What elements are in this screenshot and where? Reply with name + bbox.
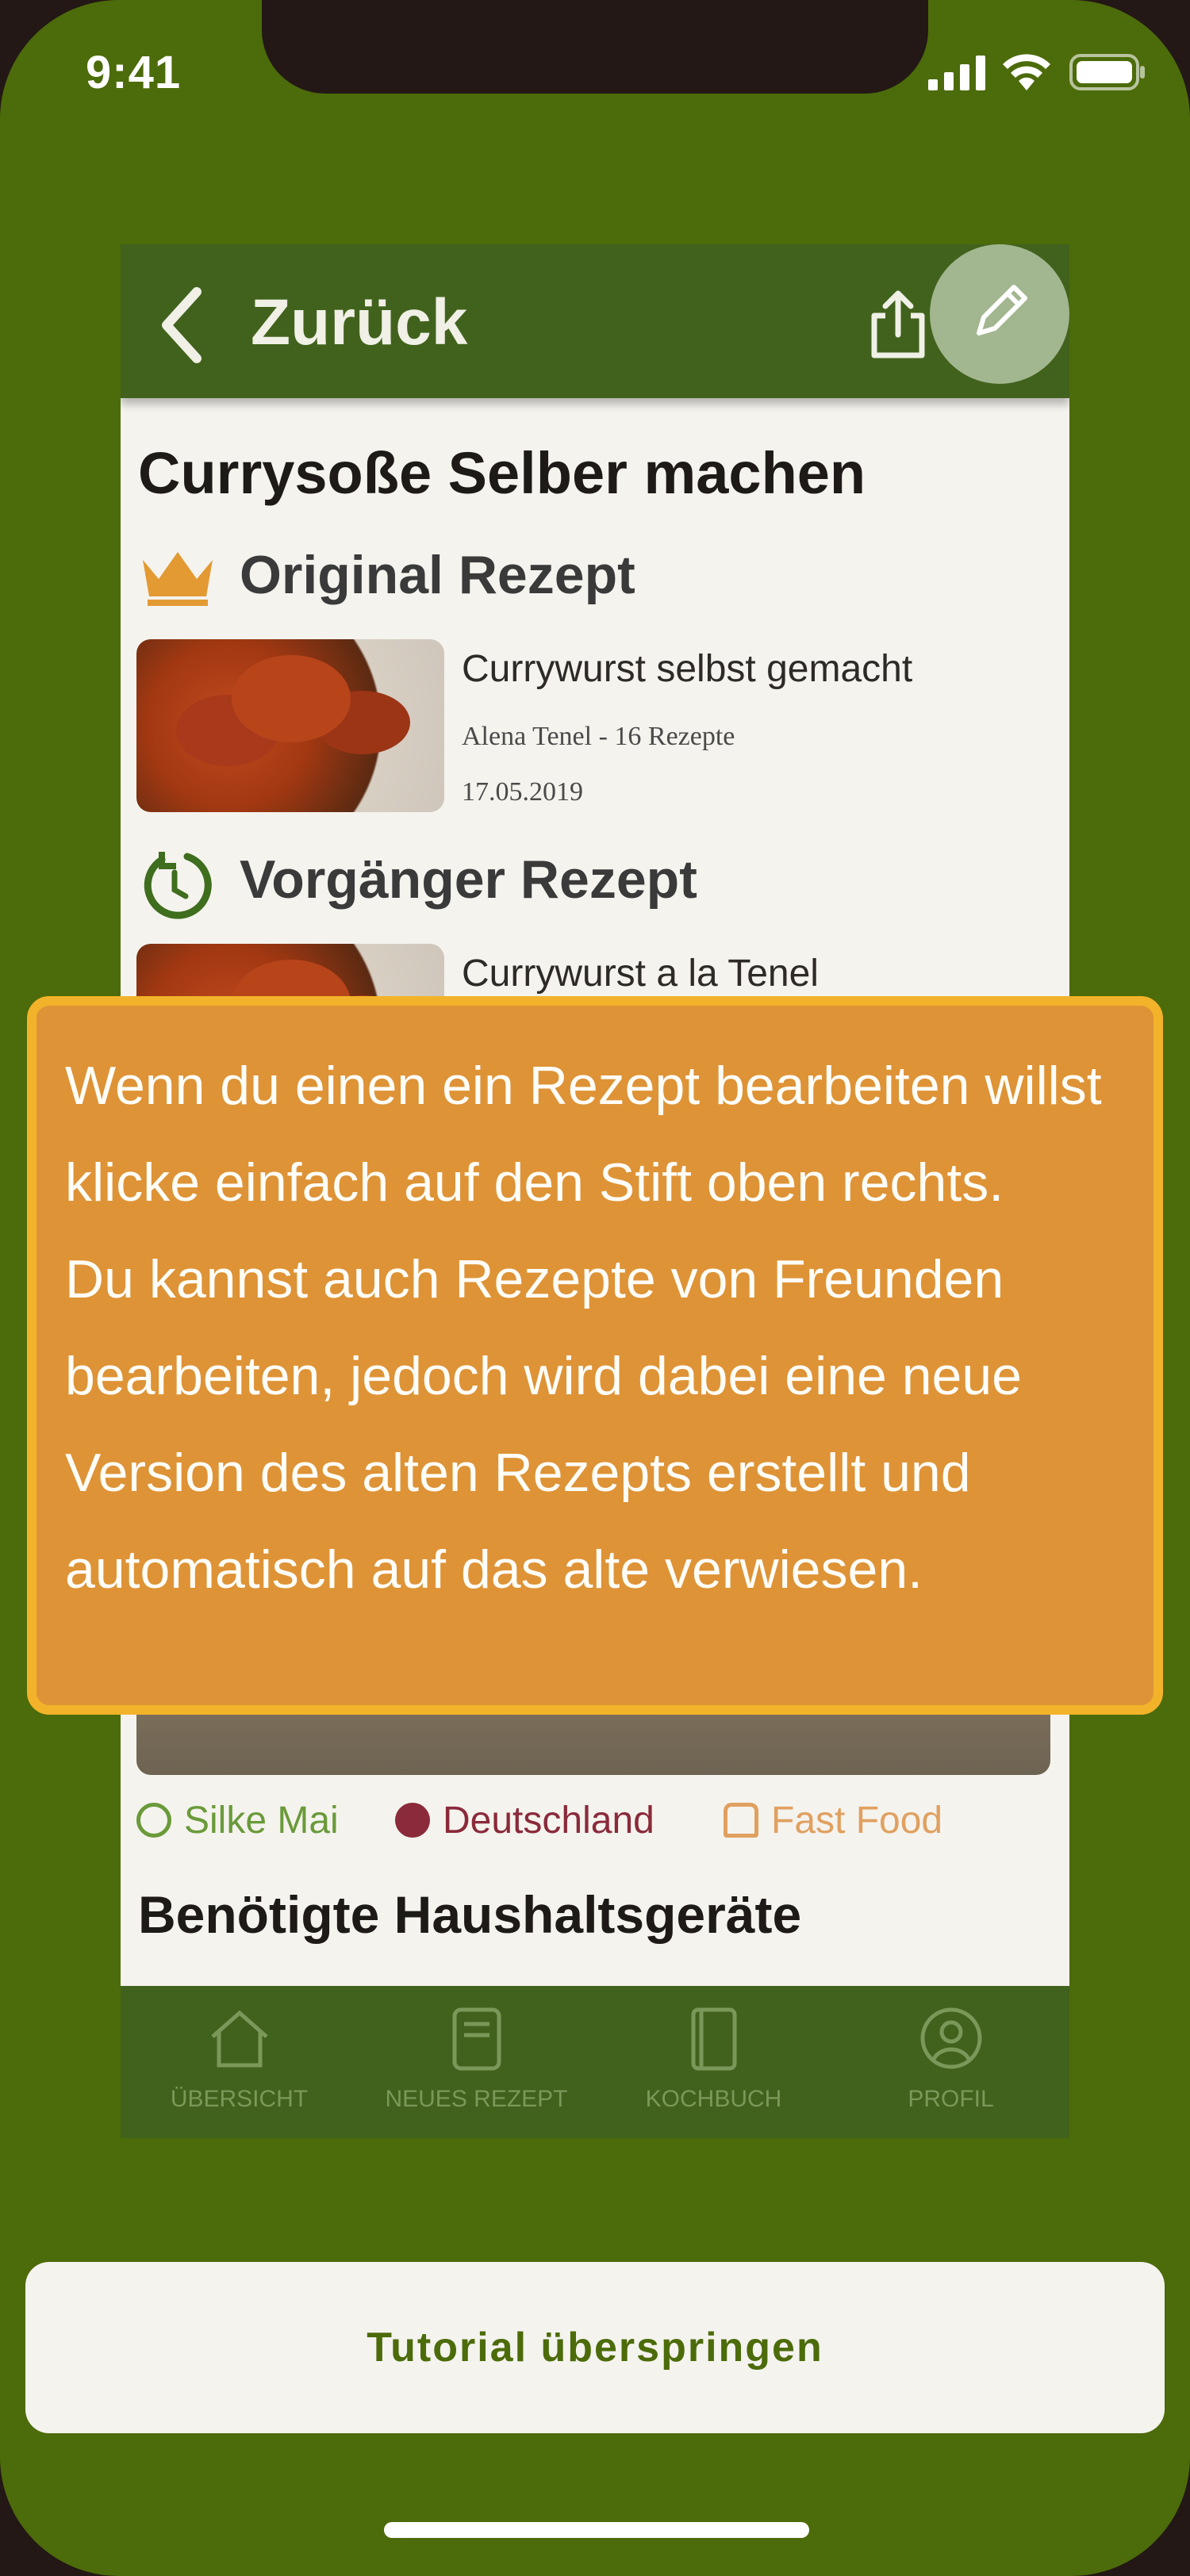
nav-cookbook[interactable]: KOCHBUCH <box>595 1986 832 2138</box>
cookbook-icon <box>691 2007 737 2071</box>
recipe-thumbnail[interactable] <box>136 639 444 812</box>
bottom-nav: ÜBERSICHT NEUES REZEPT KOCHBUCH PROFIL <box>121 1986 1069 2138</box>
person-icon <box>136 1803 171 1838</box>
status-icons <box>928 51 1190 98</box>
home-icon <box>211 2010 268 2068</box>
food-icon <box>724 1803 758 1838</box>
pencil-icon[interactable] <box>968 278 1035 344</box>
signal-icon <box>928 56 985 90</box>
crown-icon <box>143 552 213 606</box>
tag-category[interactable]: Fast Food <box>724 1799 942 1842</box>
recipe-tags: Silke Mai Deutschland Fast Food <box>136 1799 1057 1854</box>
new-recipe-icon <box>452 2007 501 2071</box>
globe-icon <box>395 1803 430 1838</box>
status-time: 9:41 <box>86 47 182 98</box>
home-indicator[interactable] <box>384 2522 809 2538</box>
preview-header: Zurück <box>121 244 1069 398</box>
tooltip-text-friends: Du kannst auch Rezepte von Freunden bear… <box>65 1249 1023 1600</box>
recipe-author: Alena Tenel - 16 Rezepte <box>462 722 735 751</box>
nav-overview[interactable]: ÜBERSICHT <box>121 1986 358 2138</box>
profile-icon <box>920 2007 982 2069</box>
nav-profile[interactable]: PROFIL <box>832 1986 1069 2138</box>
tag-author[interactable]: Silke Mai <box>136 1799 339 1842</box>
share-icon <box>871 290 925 358</box>
tooltip-text-edit: Wenn du einen ein Rezept bearbeiten will… <box>65 1056 1102 1213</box>
back-arrow-icon <box>162 287 202 363</box>
notch <box>262 0 928 94</box>
battery-icon <box>1069 54 1145 90</box>
nav-new-recipe[interactable]: NEUES REZEPT <box>358 1986 595 2138</box>
back-label: Zurück <box>251 286 468 358</box>
recipe-title: Currysoße Selber machen <box>138 440 866 506</box>
wifi-icon <box>1003 54 1050 90</box>
predecessor-section-label: Vorgänger Rezept <box>240 849 697 910</box>
device-frame: 9:41 Zurück Currysoße Selber machen Orig… <box>0 0 1190 2576</box>
tag-country[interactable]: Deutschland <box>395 1799 654 1842</box>
original-section-label: Original Rezept <box>240 545 635 605</box>
recipe-name[interactable]: Currywurst a la Tenel <box>462 952 819 995</box>
skip-tutorial-button[interactable]: Tutorial überspringen <box>25 2262 1165 2433</box>
tutorial-tooltip: Wenn du einen ein Rezept bearbeiten will… <box>27 996 1163 1715</box>
history-icon <box>144 852 212 919</box>
appliances-heading: Benötigte Haushaltsgeräte <box>138 1885 802 1944</box>
recipe-date: 17.05.2019 <box>462 777 583 807</box>
recipe-name[interactable]: Currywurst selbst gemacht <box>462 647 912 691</box>
